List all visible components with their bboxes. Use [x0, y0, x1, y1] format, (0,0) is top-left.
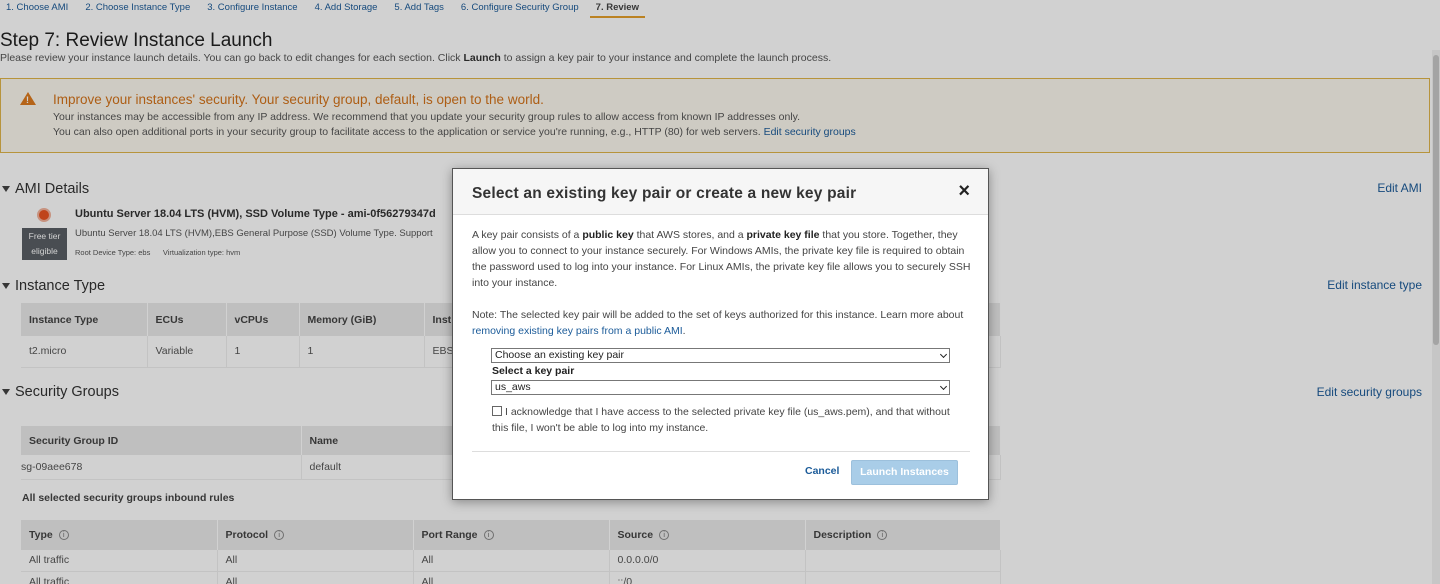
note-text-end: . — [682, 325, 686, 337]
key-pair-explanation: A key pair consists of a public key that… — [472, 227, 972, 291]
key-pair-note: Note: The selected key pair will be adde… — [472, 307, 972, 339]
dialog-title: Select an existing key pair or create a … — [472, 185, 857, 202]
acknowledge-row: I acknowledge that I have access to the … — [492, 404, 952, 436]
private-key-term: private key file — [746, 229, 820, 241]
key-pair-label: Select a key pair — [492, 365, 575, 377]
key-pair-dialog: Select an existing key pair or create a … — [452, 168, 989, 500]
key-pair-value: us_aws — [495, 381, 531, 393]
dialog-header: Select an existing key pair or create a … — [453, 169, 988, 215]
launch-instances-button[interactable]: Launch Instances — [851, 460, 958, 485]
explanation-text: A key pair consists of a — [472, 229, 583, 241]
chevron-down-icon — [939, 350, 948, 359]
dialog-body: A key pair consists of a public key that… — [472, 227, 972, 339]
key-pair-option-value: Choose an existing key pair — [495, 349, 624, 361]
divider — [472, 451, 970, 452]
close-icon[interactable]: × — [958, 181, 970, 201]
public-key-term: public key — [582, 229, 634, 241]
acknowledge-text: I acknowledge that I have access to the … — [492, 406, 950, 434]
explanation-text: that AWS stores, and a — [633, 229, 747, 241]
chevron-down-icon — [939, 382, 948, 391]
note-text: Note: The selected key pair will be adde… — [472, 309, 964, 321]
review-page: 1. Choose AMI 2. Choose Instance Type 3.… — [0, 0, 1440, 584]
acknowledge-checkbox[interactable] — [492, 406, 502, 416]
key-pair-option-select[interactable]: Choose an existing key pair — [491, 348, 950, 363]
key-pair-select[interactable]: us_aws — [491, 380, 950, 395]
removing-key-pairs-link[interactable]: removing existing key pairs from a publi… — [472, 325, 683, 337]
cancel-button[interactable]: Cancel — [805, 465, 839, 477]
